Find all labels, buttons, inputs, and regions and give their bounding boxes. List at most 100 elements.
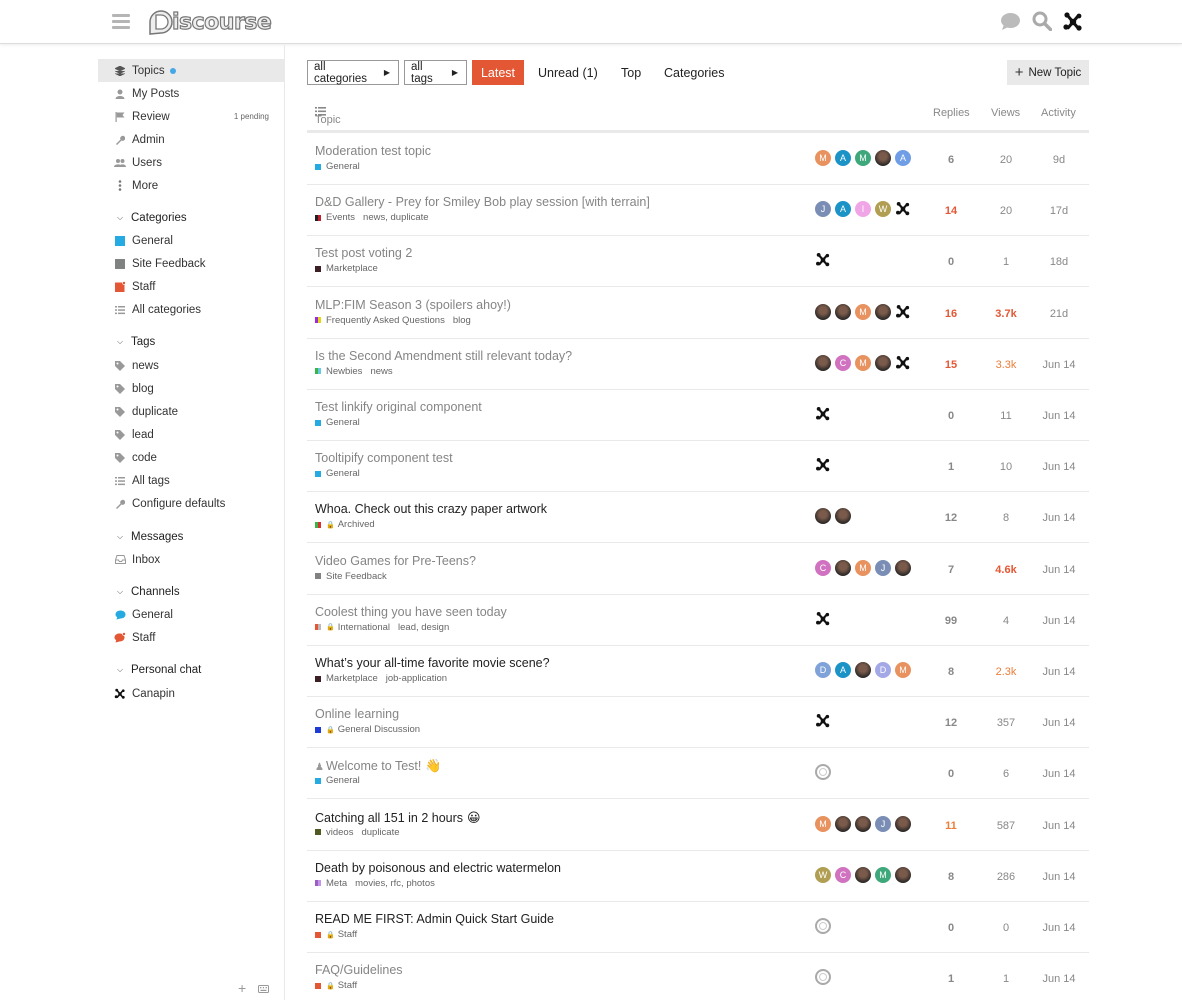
sidebar-section-categories[interactable]: ⌵ Categories xyxy=(98,208,284,228)
tab-categories[interactable]: Categories xyxy=(664,60,724,85)
search-icon[interactable] xyxy=(1032,11,1052,31)
sidebar-item-review[interactable]: Review 1 pending xyxy=(98,105,284,128)
activity-time[interactable]: 18d xyxy=(1039,256,1079,268)
column-header-activity[interactable]: Activity xyxy=(1041,107,1076,119)
avatar[interactable]: M xyxy=(875,866,891,883)
sidebar-item-dm-canapin[interactable]: Canapin xyxy=(98,682,284,705)
topic-row[interactable]: Video Games for Pre-Teens? Site Feedback… xyxy=(307,544,1089,595)
replies-count[interactable]: 0 xyxy=(931,922,971,934)
avatar[interactable]: A xyxy=(835,150,851,166)
topic-row[interactable]: Moderation test topic General MAMA 6 20 … xyxy=(307,134,1089,185)
topic-title-link[interactable]: Video Games for Pre-Teens? xyxy=(315,554,476,568)
replies-count[interactable]: 12 xyxy=(931,512,971,524)
avatar[interactable] xyxy=(835,559,851,576)
topic-row[interactable]: D&D Gallery - Prey for Smiley Bob play s… xyxy=(307,185,1089,237)
replies-count[interactable]: 0 xyxy=(931,256,971,268)
sidebar-item-channel-staff[interactable]: Staff xyxy=(98,626,284,649)
avatar[interactable] xyxy=(855,815,871,832)
topic-title-link[interactable]: Test post voting 2 xyxy=(315,246,412,260)
topic-tags[interactable]: news, duplicate xyxy=(363,212,428,223)
category-badge[interactable]: Newbies xyxy=(326,366,362,377)
avatar[interactable] xyxy=(835,508,851,525)
avatar[interactable] xyxy=(815,764,831,781)
activity-time[interactable]: Jun 14 xyxy=(1039,615,1079,627)
keyboard-icon[interactable] xyxy=(258,980,270,996)
user-avatar-icon[interactable] xyxy=(1062,11,1084,33)
avatar[interactable] xyxy=(895,355,911,371)
topic-row[interactable]: ♟ Welcome to Test! 👋 General 0 6 Jun 14 xyxy=(307,748,1089,800)
avatar[interactable]: W xyxy=(815,866,831,883)
avatar[interactable]: J xyxy=(875,815,891,832)
avatar[interactable]: D xyxy=(815,662,831,678)
topic-row[interactable]: Whoa. Check out this crazy paper artwork… xyxy=(307,492,1089,544)
avatar[interactable] xyxy=(895,201,911,217)
topic-title-link[interactable]: Online learning xyxy=(315,707,399,721)
new-topic-button[interactable]: + New Topic xyxy=(1007,60,1089,85)
replies-count[interactable]: 16 xyxy=(931,308,971,320)
category-badge[interactable]: Marketplace xyxy=(326,673,378,684)
topic-title-link[interactable]: Coolest thing you have seen today xyxy=(315,605,507,619)
avatar[interactable]: C xyxy=(835,354,851,371)
replies-count[interactable]: 14 xyxy=(931,205,971,217)
avatar[interactable]: A xyxy=(835,662,851,678)
avatar[interactable] xyxy=(815,508,831,525)
replies-count[interactable]: 12 xyxy=(931,717,971,729)
activity-time[interactable]: 21d xyxy=(1039,308,1079,320)
replies-count[interactable]: 11 xyxy=(931,820,971,832)
avatar[interactable]: C xyxy=(835,866,851,883)
topic-row[interactable]: Is the Second Amendment still relevant t… xyxy=(307,339,1089,390)
topic-row[interactable]: READ ME FIRST: Admin Quick Start Guide 🔒… xyxy=(307,902,1089,953)
plus-icon[interactable]: + xyxy=(238,980,246,996)
topic-title-link[interactable]: MLP:FIM Season 3 (spoilers ahoy!) xyxy=(315,298,511,312)
activity-time[interactable]: Jun 14 xyxy=(1039,768,1079,780)
sidebar-item-category-general[interactable]: General xyxy=(98,229,284,252)
topic-title-link[interactable]: Death by poisonous and electric watermel… xyxy=(315,861,561,875)
category-badge[interactable]: International xyxy=(338,622,390,633)
avatar[interactable]: M xyxy=(855,559,871,576)
sidebar-item-all-tags[interactable]: All tags xyxy=(98,469,284,492)
activity-time[interactable]: Jun 14 xyxy=(1039,871,1079,883)
replies-count[interactable]: 8 xyxy=(931,871,971,883)
tab-unread[interactable]: Unread (1) xyxy=(538,60,598,85)
category-badge[interactable]: Frequently Asked Questions xyxy=(326,315,445,326)
category-badge[interactable]: Site Feedback xyxy=(326,571,387,582)
avatar[interactable] xyxy=(895,559,911,576)
topic-row[interactable]: Test post voting 2 Marketplace 0 1 18d xyxy=(307,236,1089,288)
avatar[interactable] xyxy=(875,303,891,320)
avatar[interactable]: M xyxy=(855,150,871,166)
tab-top[interactable]: Top xyxy=(621,60,641,85)
avatar[interactable]: D xyxy=(875,662,891,678)
topic-title-link[interactable]: D&D Gallery - Prey for Smiley Bob play s… xyxy=(315,195,650,209)
avatar[interactable]: C xyxy=(815,559,831,576)
sidebar-item-tag-blog[interactable]: blog xyxy=(98,377,284,400)
sidebar-item-inbox[interactable]: Inbox xyxy=(98,548,284,571)
topic-title-link[interactable]: READ ME FIRST: Admin Quick Start Guide xyxy=(315,912,554,926)
chat-icon[interactable] xyxy=(1000,12,1021,31)
replies-count[interactable]: 15 xyxy=(931,359,971,371)
activity-time[interactable]: Jun 14 xyxy=(1039,359,1079,371)
avatar[interactable] xyxy=(835,815,851,832)
replies-count[interactable]: 0 xyxy=(931,410,971,422)
sidebar-item-category-staff[interactable]: Staff xyxy=(98,275,284,298)
topic-tags[interactable]: job-application xyxy=(386,673,447,684)
avatar[interactable] xyxy=(855,866,871,883)
topic-row[interactable]: Coolest thing you have seen today 🔒 Inte… xyxy=(307,595,1089,646)
sidebar-section-personal-chat[interactable]: ⌵ Personal chat xyxy=(98,660,284,680)
category-badge[interactable]: Archived xyxy=(338,519,375,530)
activity-time[interactable]: Jun 14 xyxy=(1039,717,1079,729)
activity-time[interactable]: Jun 14 xyxy=(1039,666,1079,678)
avatar[interactable]: J xyxy=(815,201,831,218)
avatar[interactable] xyxy=(855,662,871,678)
sidebar-section-tags[interactable]: ⌵ Tags xyxy=(98,332,284,352)
column-header-topic[interactable]: Topic xyxy=(315,107,341,126)
sidebar-item-topics[interactable]: Topics xyxy=(98,59,284,82)
avatar[interactable] xyxy=(815,918,831,934)
avatar[interactable]: M xyxy=(855,303,871,320)
topic-row[interactable]: Online learning 🔒 General Discussion 12 … xyxy=(307,697,1089,749)
avatar[interactable] xyxy=(815,252,831,268)
sidebar-item-tag-code[interactable]: code xyxy=(98,446,284,469)
replies-count[interactable]: 1 xyxy=(931,973,971,985)
avatar[interactable]: M xyxy=(895,662,911,678)
sidebar-section-messages[interactable]: ⌵ Messages xyxy=(98,527,284,547)
avatar[interactable] xyxy=(815,713,831,729)
